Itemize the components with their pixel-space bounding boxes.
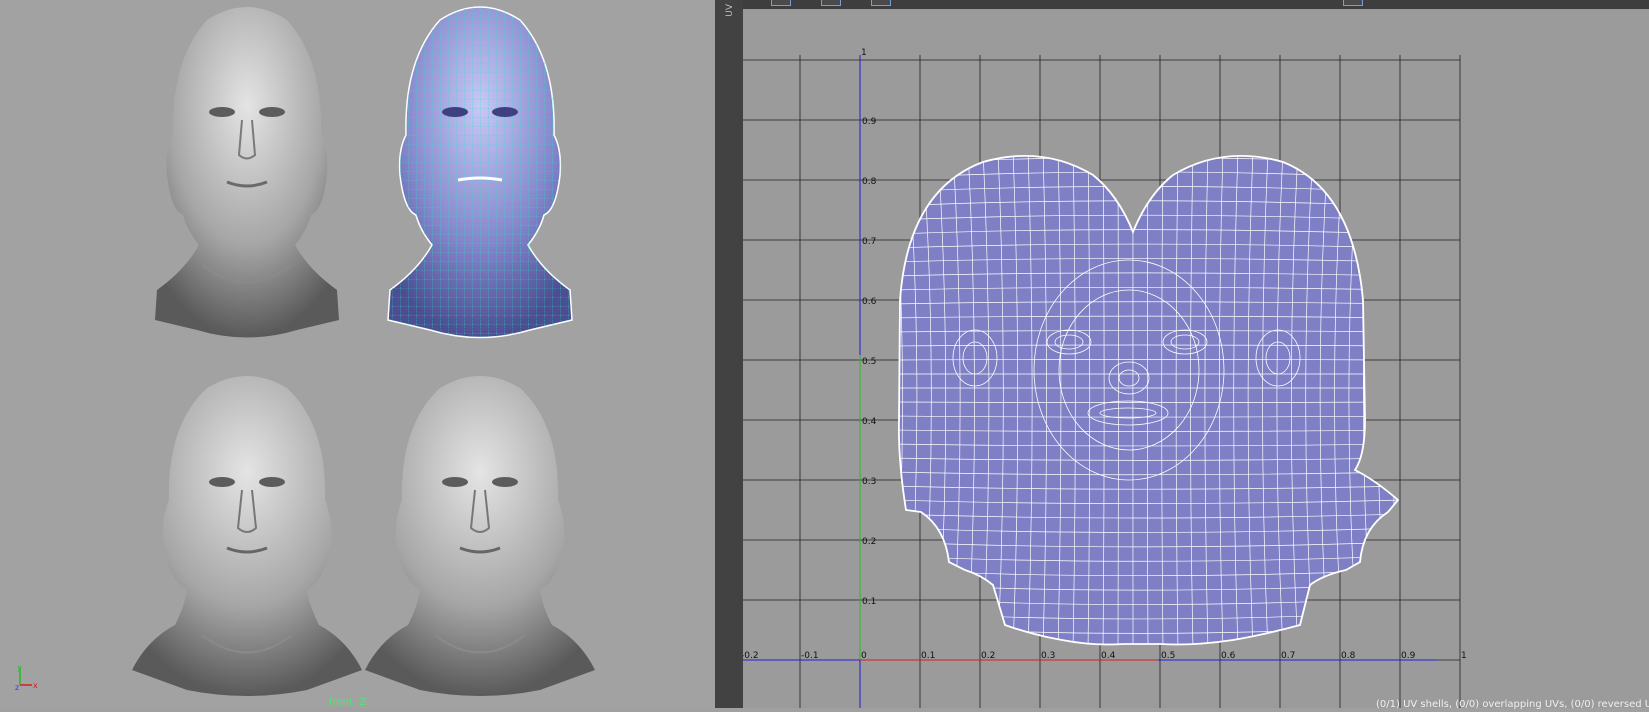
u-tick-label: -0.2: [743, 651, 759, 661]
female-head-wireframe-model[interactable]: [388, 7, 572, 338]
uv-grid-canvas[interactable]: 1 0.9 0.8 0.7 0.6 0.5 0.4 0.3 0.2 0.1 -0.2 -0.1 0 0…: [743, 0, 1649, 708]
uv-edge: [893, 158, 1403, 164]
u-tick-label: 0.9: [1401, 651, 1416, 661]
v-tick-label: 0.5: [862, 357, 876, 367]
female-head-model[interactable]: [155, 7, 339, 338]
panel-divider[interactable]: UV: [715, 0, 743, 708]
u-tick-label: 0: [861, 651, 867, 661]
v-tick-label: 0.2: [862, 537, 876, 547]
u-tick-label: 0.3: [1041, 651, 1055, 661]
v-tick-labels: 0.9 0.8 0.7 0.6 0.5 0.4 0.3 0.2 0.1: [862, 117, 877, 607]
v-tick-label: 0.4: [862, 417, 877, 427]
v-tick-label: 0.6: [862, 297, 877, 307]
perspective-viewport[interactable]: y x z front -Z: [0, 0, 715, 708]
v-top-label: 1: [861, 48, 867, 58]
v-tick-label: 0.9: [862, 117, 877, 127]
axis-y-label: y: [17, 663, 22, 672]
axis-z-label: z: [15, 683, 19, 692]
v-tick-label: 0.1: [862, 597, 876, 607]
viewport-canvas[interactable]: y x z: [0, 0, 715, 708]
uv-editor-panel[interactable]: 1 0.9 0.8 0.7 0.6 0.5 0.4 0.3 0.2 0.1 -0.2 -0.1 0 0…: [743, 0, 1649, 708]
male-head-model[interactable]: [132, 376, 362, 696]
v-tick-label: 0.3: [862, 477, 876, 487]
uv-edge: [1392, 150, 1403, 650]
u-tick-label: 0.6: [1221, 651, 1236, 661]
uv-shell[interactable]: [893, 143, 1403, 650]
uv-edge: [1378, 150, 1388, 650]
u-tick-label: 0.5: [1161, 651, 1175, 661]
uv-panel-tab-label: UV: [725, 4, 735, 17]
axis-x-label: x: [33, 681, 38, 690]
u-tick-label: 0.4: [1101, 651, 1116, 661]
camera-label: front -Z: [329, 697, 366, 708]
u-tick-label: 0.1: [921, 651, 935, 661]
u-tick-label: 0.8: [1341, 651, 1356, 661]
u-tick-label: -0.1: [801, 651, 819, 661]
u-tick-label: 0.7: [1281, 651, 1295, 661]
male-head-model-2[interactable]: [365, 376, 595, 696]
v-tick-label: 0.7: [862, 237, 876, 247]
axis-gizmo: y x z: [15, 663, 38, 692]
u-tick-label: 1: [1461, 651, 1467, 661]
uv-status-readout: (0/1) UV shells, (0/0) overlapping UVs, …: [1376, 699, 1649, 710]
u-tick-label: 0.2: [981, 651, 995, 661]
v-tick-label: 0.8: [862, 177, 877, 187]
uv-edge: [893, 143, 1403, 150]
